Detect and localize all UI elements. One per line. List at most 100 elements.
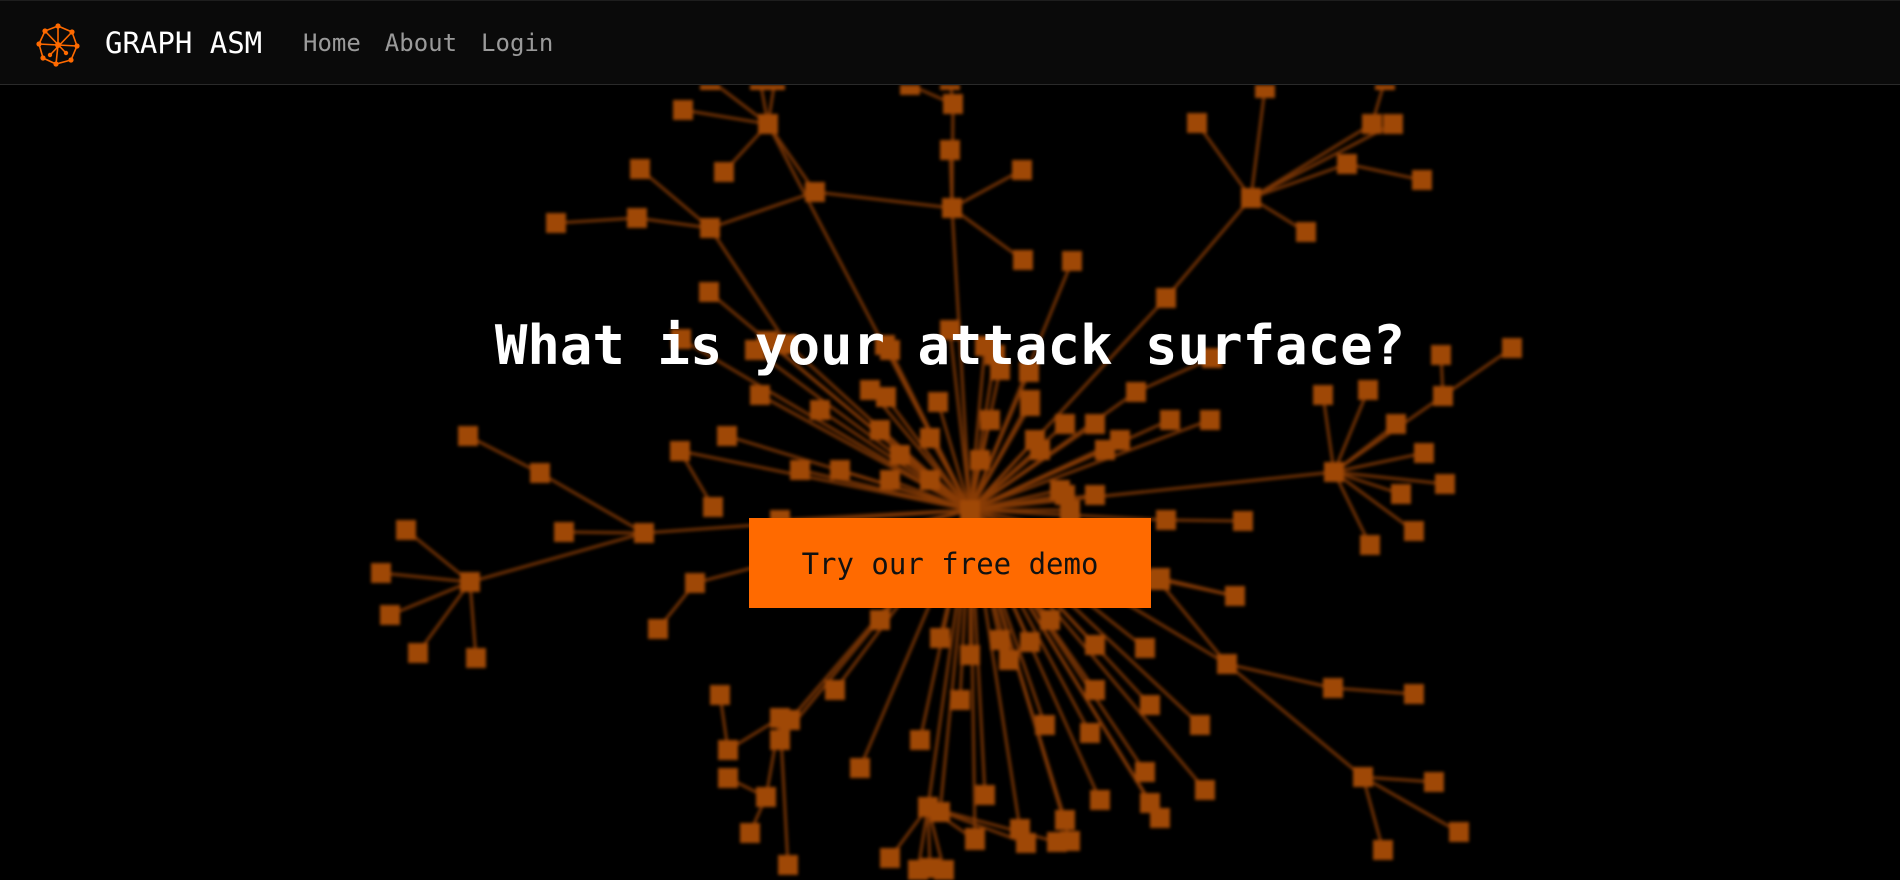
graph-node xyxy=(890,445,910,465)
graph-edge xyxy=(1165,518,1244,523)
graph-edge xyxy=(709,190,816,230)
graph-node xyxy=(1085,680,1105,700)
graph-node xyxy=(825,680,845,700)
graph-node xyxy=(1140,793,1160,813)
graph-node xyxy=(943,94,963,114)
graph-node xyxy=(714,162,734,182)
graph-node xyxy=(1126,382,1146,402)
graph-node xyxy=(910,730,930,750)
graph-node xyxy=(1080,723,1100,743)
graph-node xyxy=(1055,414,1075,434)
graph-node xyxy=(1386,414,1406,434)
graph-node xyxy=(1016,833,1036,853)
graph-node xyxy=(408,643,428,663)
graph-network-icon[interactable] xyxy=(36,23,80,67)
graph-edge xyxy=(1362,775,1435,784)
graph-node xyxy=(1135,762,1155,782)
graph-node xyxy=(1225,586,1245,606)
graph-node xyxy=(1404,521,1424,541)
brand-name[interactable]: GRAPH ASM xyxy=(105,25,262,61)
graph-node xyxy=(960,645,980,665)
graph-node xyxy=(396,520,416,540)
nav-link-home[interactable]: Home xyxy=(303,28,361,58)
graph-node xyxy=(942,198,962,218)
graph-node xyxy=(758,114,778,134)
graph-node xyxy=(1296,222,1316,242)
graph-node xyxy=(1150,568,1170,588)
graph-node xyxy=(990,630,1010,650)
graph-node xyxy=(1187,113,1207,133)
graph-node xyxy=(1013,250,1033,270)
graph-node xyxy=(950,690,970,710)
graph-node xyxy=(870,420,890,440)
graph-node xyxy=(717,426,737,446)
graph-node xyxy=(1353,767,1373,787)
graph-node xyxy=(928,392,948,412)
graph-edge xyxy=(951,206,1024,262)
graph-node xyxy=(1324,462,1344,482)
graph-node xyxy=(718,740,738,760)
graph-node xyxy=(1233,511,1253,531)
graph-node xyxy=(699,282,719,302)
graph-node xyxy=(700,218,720,238)
graph-node xyxy=(1012,160,1032,180)
graph-edge xyxy=(1362,775,1460,834)
graph-node xyxy=(805,182,825,202)
graph-edge xyxy=(1195,122,1253,199)
nav-link-login[interactable]: Login xyxy=(481,28,553,58)
top-navbar: GRAPH ASM Home About Login xyxy=(0,0,1900,85)
graph-node xyxy=(920,470,940,490)
graph-node xyxy=(1135,638,1155,658)
graph-node xyxy=(750,385,770,405)
graph-node xyxy=(460,572,480,592)
graph-node xyxy=(1435,474,1455,494)
graph-node xyxy=(710,685,730,705)
graph-node xyxy=(940,140,960,160)
graph-node xyxy=(1085,414,1105,434)
graph-node xyxy=(466,648,486,668)
graph-node xyxy=(648,619,668,639)
graph-node xyxy=(1323,678,1343,698)
network-graph-illustration xyxy=(371,85,1522,880)
nav-link-about[interactable]: About xyxy=(385,28,457,58)
graph-edge xyxy=(1332,686,1415,696)
graph-node xyxy=(718,768,738,788)
graph-node xyxy=(999,650,1019,670)
graph-node xyxy=(965,830,985,850)
graph-node xyxy=(1414,443,1434,463)
graph-edge xyxy=(764,717,782,798)
graph-node xyxy=(960,500,980,520)
graph-node xyxy=(1035,715,1055,735)
graph-edge xyxy=(1159,576,1236,598)
free-demo-button[interactable]: Try our free demo xyxy=(749,518,1151,608)
graph-node xyxy=(1140,695,1160,715)
graph-node xyxy=(1424,772,1444,792)
graph-node xyxy=(670,441,690,461)
graph-node xyxy=(920,428,940,448)
hero-title: What is your attack surface? xyxy=(494,314,1406,378)
graph-node xyxy=(876,387,896,407)
graph-node xyxy=(1020,396,1040,416)
graph-node xyxy=(770,730,790,750)
graph-node xyxy=(1313,385,1333,405)
graph-edge xyxy=(766,123,817,193)
graph-node xyxy=(1412,170,1432,190)
graph-node xyxy=(1085,635,1105,655)
graph-node xyxy=(1090,790,1110,810)
graph-node xyxy=(630,159,650,179)
graph-edge xyxy=(1346,162,1423,182)
graph-edge xyxy=(1250,122,1394,200)
graph-node xyxy=(1255,85,1275,98)
graph-node xyxy=(1404,684,1424,704)
main-nav: Home About Login xyxy=(303,28,553,58)
graph-node xyxy=(1095,440,1115,460)
graph-node xyxy=(975,785,995,805)
graph-node xyxy=(1362,114,1382,134)
graph-node xyxy=(778,855,798,875)
graph-node xyxy=(1020,632,1040,652)
graph-node xyxy=(870,610,890,630)
graph-node xyxy=(940,85,960,90)
graph-node xyxy=(371,563,391,583)
graph-node xyxy=(756,787,776,807)
graph-node xyxy=(1391,484,1411,504)
